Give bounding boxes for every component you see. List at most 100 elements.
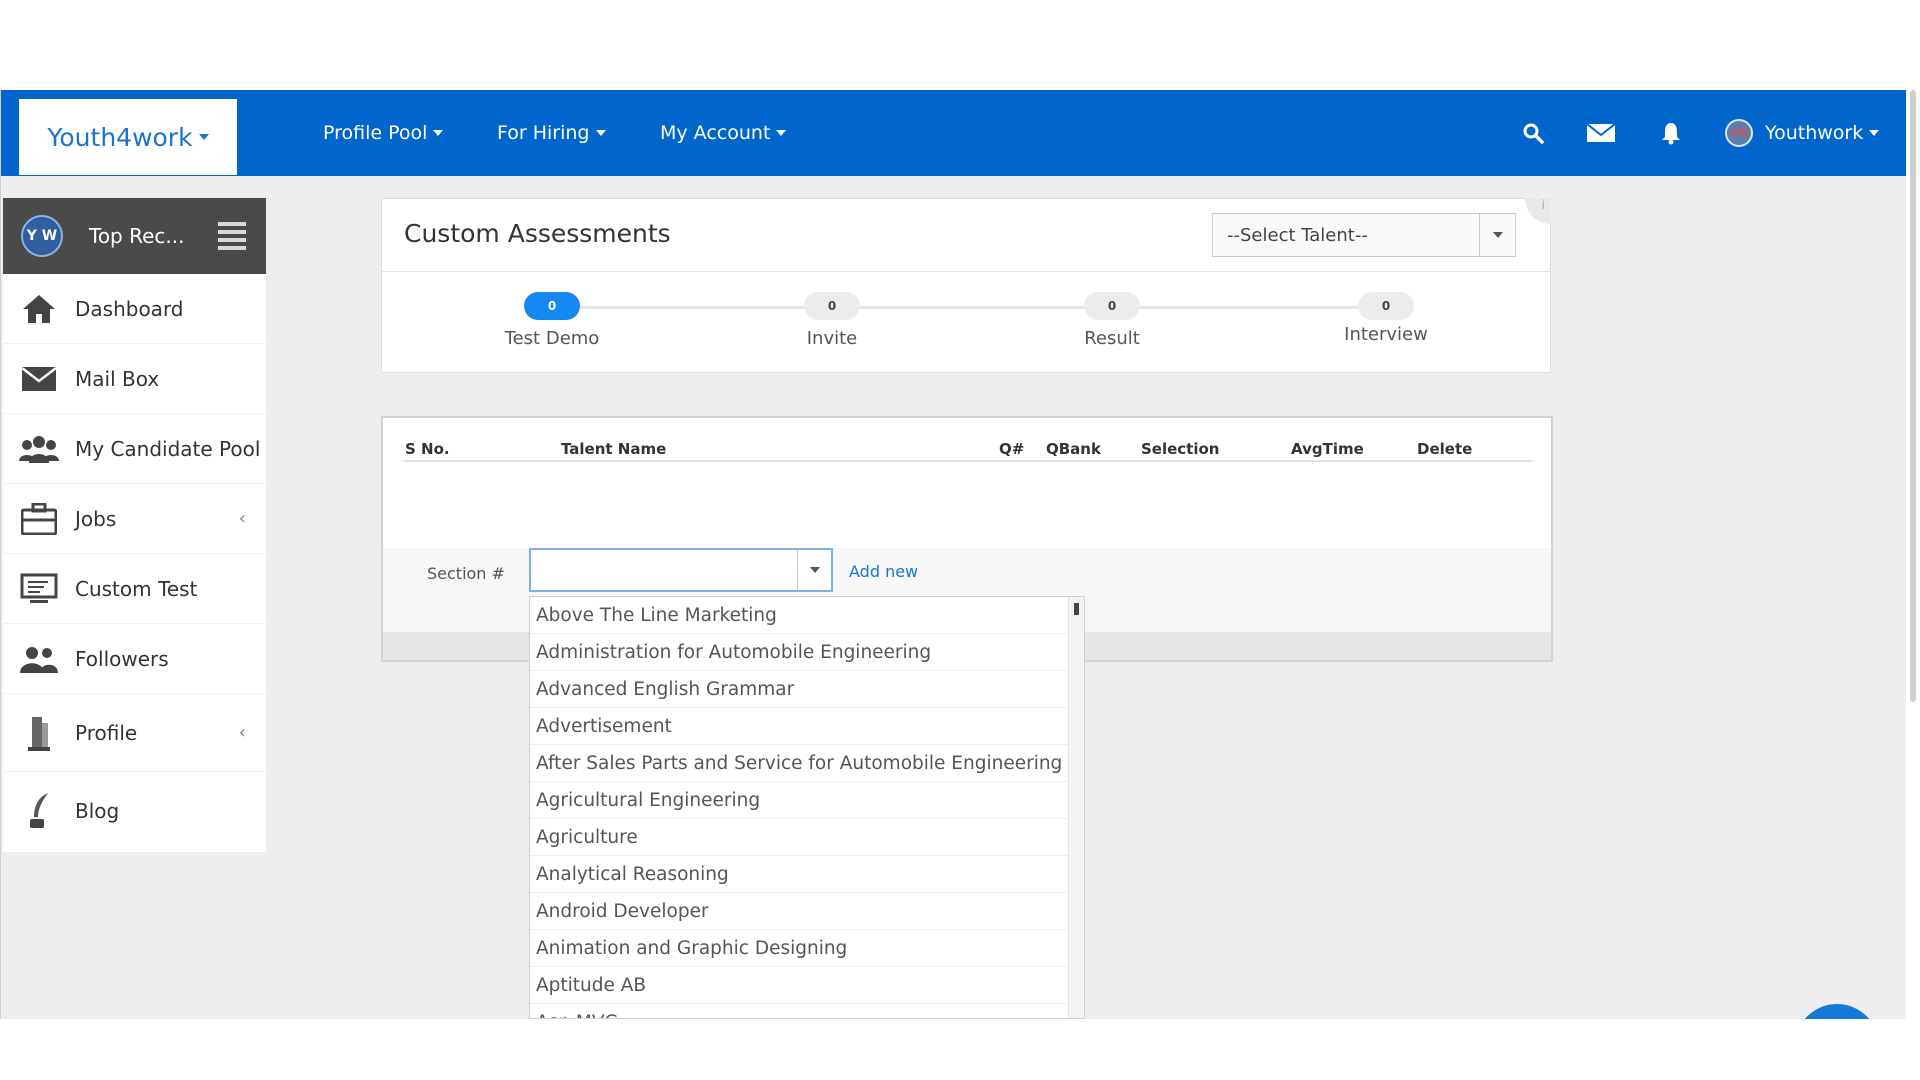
user-name: Youthwork xyxy=(1765,122,1864,144)
page-title: Custom Assessments xyxy=(404,219,671,248)
sidebar-item-label: Custom Test xyxy=(75,576,198,601)
step-label: Invite xyxy=(806,328,858,349)
chevron-down-icon xyxy=(1869,130,1880,136)
column-header-selection: Selection xyxy=(1141,440,1220,458)
sidebar-item-label: Dashboard xyxy=(75,296,184,321)
sidebar-item-blog[interactable]: Blog xyxy=(3,772,266,850)
briefcase-icon xyxy=(19,502,59,536)
add-new-link[interactable]: Add new xyxy=(849,562,918,581)
chevron-down-icon[interactable] xyxy=(797,550,831,590)
dropdown-option[interactable]: Administration for Automobile Engineerin… xyxy=(530,634,1068,671)
dropdown-option[interactable]: Asp MVC xyxy=(530,1004,1068,1018)
chat-button[interactable] xyxy=(1795,1004,1879,1019)
step-label: Interview xyxy=(1344,324,1428,345)
step-test-demo[interactable]: 0 Test Demo xyxy=(482,292,622,349)
sidebar-item-mail-box[interactable]: Mail Box xyxy=(3,344,266,414)
sidebar-item-jobs[interactable]: Jobs ‹ xyxy=(3,484,266,554)
sidebar-item-my-candidate-pool[interactable]: My Candidate Pool xyxy=(3,414,266,484)
section-label: Section # xyxy=(427,564,505,583)
search-icon[interactable] xyxy=(1519,120,1547,146)
hamburger-menu-icon[interactable] xyxy=(218,218,246,254)
column-header-qbank: QBank xyxy=(1046,440,1101,458)
chevron-down-icon[interactable] xyxy=(1479,214,1515,256)
section-combobox[interactable] xyxy=(529,548,833,592)
step-invite[interactable]: 0 Invite xyxy=(762,292,902,349)
sidebar-item-followers[interactable]: Followers xyxy=(3,624,266,694)
chevron-left-icon: ‹ xyxy=(238,508,246,529)
step-interview[interactable]: 0 Interview xyxy=(1316,292,1456,345)
sidebar-item-profile[interactable]: Profile ‹ xyxy=(3,694,266,772)
sidebar-item-label: My Candidate Pool xyxy=(75,436,261,461)
chevron-down-icon xyxy=(595,130,606,136)
talent-select[interactable]: --Select Talent-- xyxy=(1212,213,1516,257)
sidebar-header: Y W Top Rec... xyxy=(3,198,266,274)
table-header: S No. Talent Name Q# QBank Selection Avg… xyxy=(403,440,1533,462)
talent-select-value: --Select Talent-- xyxy=(1227,224,1368,246)
step-count-badge: 0 xyxy=(1358,292,1414,320)
step-result[interactable]: 0 Result xyxy=(1042,292,1182,349)
sidebar-item-custom-test[interactable]: Custom Test xyxy=(3,554,266,624)
users-icon xyxy=(19,642,59,676)
dropdown-option[interactable]: Android Developer xyxy=(530,893,1068,930)
top-navbar: Youth4work Profile Pool For Hiring My Ac… xyxy=(1,90,1906,176)
info-icon[interactable]: i xyxy=(1525,198,1551,224)
column-header-q: Q# xyxy=(999,440,1025,458)
menu-profile-pool[interactable]: Profile Pool xyxy=(323,90,444,176)
page-scrollbar[interactable] xyxy=(1906,90,1920,1019)
steps-connector-line xyxy=(547,306,1377,309)
sidebar-item-label: Followers xyxy=(75,646,169,671)
column-header-avgtime: AvgTime xyxy=(1291,440,1364,458)
dropdown-option[interactable]: Above The Line Marketing xyxy=(530,597,1068,634)
dropdown-option[interactable]: Aptitude AB xyxy=(530,967,1068,1004)
sidebar-item-dashboard[interactable]: Dashboard xyxy=(3,274,266,344)
bell-icon[interactable] xyxy=(1657,120,1685,146)
progress-steps: 0 Test Demo 0 Invite 0 Result 0 Intervie… xyxy=(382,272,1550,372)
monitor-icon xyxy=(19,572,59,606)
scrollbar-thumb[interactable] xyxy=(1910,90,1916,702)
step-count-badge: 0 xyxy=(524,292,580,320)
menu-for-hiring[interactable]: For Hiring xyxy=(497,90,606,176)
avatar: YW xyxy=(1725,119,1753,147)
step-count-badge: 0 xyxy=(804,292,860,320)
dropdown-option[interactable]: Analytical Reasoning xyxy=(530,856,1068,893)
dropdown-option[interactable]: Advanced English Grammar xyxy=(530,671,1068,708)
dropdown-option[interactable]: Advertisement xyxy=(530,708,1068,745)
chevron-down-icon xyxy=(198,134,209,140)
menu-label: Profile Pool xyxy=(323,122,428,144)
brand-dropdown[interactable]: Youth4work xyxy=(19,99,237,175)
dropdown-option[interactable]: Agricultural Engineering xyxy=(530,782,1068,819)
menu-label: My Account xyxy=(660,122,771,144)
envelope-icon[interactable] xyxy=(1585,120,1617,146)
chevron-down-icon xyxy=(433,130,444,136)
column-header-talent-name: Talent Name xyxy=(561,440,667,458)
brand-label: Youth4work xyxy=(47,122,193,152)
menu-my-account[interactable]: My Account xyxy=(660,90,787,176)
sidebar: Y W Top Rec... Dashboard Mail Box My Can… xyxy=(3,198,266,852)
section-dropdown-list: Above The Line Marketing Administration … xyxy=(529,596,1085,1019)
user-menu[interactable]: YW Youthwork xyxy=(1725,90,1880,176)
step-label: Result xyxy=(1084,328,1140,349)
dropdown-option[interactable]: Agriculture xyxy=(530,819,1068,856)
home-icon xyxy=(19,292,59,326)
chevron-left-icon: ‹ xyxy=(238,722,246,743)
dropdown-option[interactable]: After Sales Parts and Service for Automo… xyxy=(530,745,1068,782)
scrollbar-thumb[interactable] xyxy=(1074,603,1079,615)
column-header-sno: S No. xyxy=(405,440,450,458)
quill-icon xyxy=(19,793,59,828)
browser-viewport: Youth4work Profile Pool For Hiring My Ac… xyxy=(0,90,1906,1019)
step-count-badge: 0 xyxy=(1084,292,1140,320)
group-icon xyxy=(19,432,59,466)
dropdown-option[interactable]: Animation and Graphic Designing xyxy=(530,930,1068,967)
panel-header: Custom Assessments --Select Talent-- i xyxy=(382,198,1551,272)
sidebar-item-label: Blog xyxy=(75,799,120,823)
assessment-header-panel: Custom Assessments --Select Talent-- i 0… xyxy=(381,198,1551,373)
envelope-icon xyxy=(19,362,59,396)
avatar: Y W xyxy=(21,215,63,257)
dropdown-scrollbar[interactable] xyxy=(1068,597,1084,1018)
chevron-down-icon xyxy=(776,130,787,136)
column-header-delete: Delete xyxy=(1417,440,1473,458)
step-label: Test Demo xyxy=(504,328,600,349)
profile-icon xyxy=(19,716,59,751)
sidebar-item-label: Jobs xyxy=(75,506,117,531)
sidebar-item-label: Mail Box xyxy=(75,366,160,391)
